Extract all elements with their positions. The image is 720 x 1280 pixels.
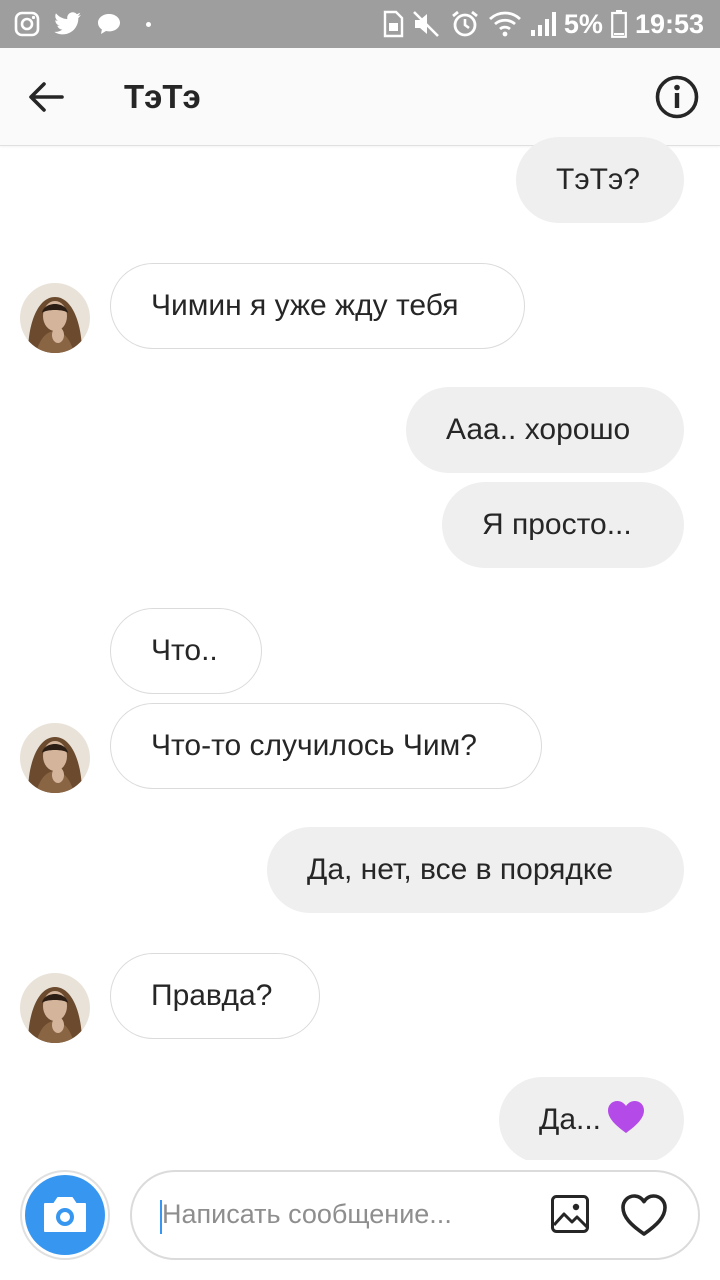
message-bubble-incoming[interactable]: Что.. [110,608,262,694]
message-bubble-incoming[interactable]: Чимин я уже жду тебя [110,263,525,349]
notification-dot [146,21,151,27]
message-text: Ааа.. хорошо [446,413,631,446]
message-text: Да... [539,1103,602,1136]
message-bubble-outgoing[interactable]: ТэТэ? [516,137,684,223]
wifi-icon [488,11,521,37]
alarm-icon [452,10,478,37]
heart-icon [621,1194,667,1236]
message-text: Я просто... [482,508,632,541]
status-bar: 5% 19:53 [0,0,720,48]
message-bubble-outgoing[interactable]: Да... [499,1077,684,1163]
message-text: Что-то случилось Чим? [151,729,477,762]
mute-icon [412,11,439,37]
message-text: Правда? [151,979,273,1012]
message-bubble-outgoing[interactable]: Я просто... [442,482,684,568]
message-bubble-outgoing[interactable]: Ааа.. хорошо [406,387,684,473]
avatar[interactable] [20,723,90,793]
image-icon [551,1195,589,1233]
signal-icon [530,12,556,36]
camera-button-fill [23,1173,107,1257]
twitter-icon [54,12,81,35]
message-bubble-outgoing[interactable]: Да, нет, все в порядке [267,827,684,913]
sim-card-icon [383,10,404,38]
battery-icon [611,10,627,38]
contact-photo [20,283,90,353]
message-text: ТэТэ? [556,163,640,196]
battery-percent: 5% [563,8,603,39]
back-button[interactable] [22,72,72,122]
instagram-icon [14,11,40,37]
message-text: Чимин я уже жду тебя [151,289,459,322]
message-input-placeholder: Написать сообщение... [162,1199,452,1229]
message-text: Что.. [151,634,218,667]
chat-title[interactable]: ТэТэ [124,78,201,116]
clock: 19:53 [634,8,704,39]
message-bubble-incoming[interactable]: Правда? [110,953,320,1039]
gallery-button[interactable] [550,1194,590,1234]
message-input[interactable]: Написать сообщение... [130,1170,700,1260]
contact-photo [20,973,90,1043]
info-button[interactable] [652,72,702,122]
chat-header: ТэТэ [0,48,720,146]
message-composer: Написать сообщение... [0,1160,720,1280]
message-text: Да, нет, все в порядке [307,853,614,886]
arrow-left-icon [29,82,64,112]
camera-button[interactable] [20,1170,110,1260]
message-bubble-icon [98,14,120,34]
camera-icon [25,1175,105,1255]
avatar[interactable] [20,283,90,353]
contact-photo [20,723,90,793]
info-icon [655,75,699,119]
purple-heart-icon [608,1101,645,1133]
like-button[interactable] [620,1192,668,1238]
message-bubble-incoming[interactable]: Что-то случилось Чим? [110,703,542,789]
avatar[interactable] [20,973,90,1043]
